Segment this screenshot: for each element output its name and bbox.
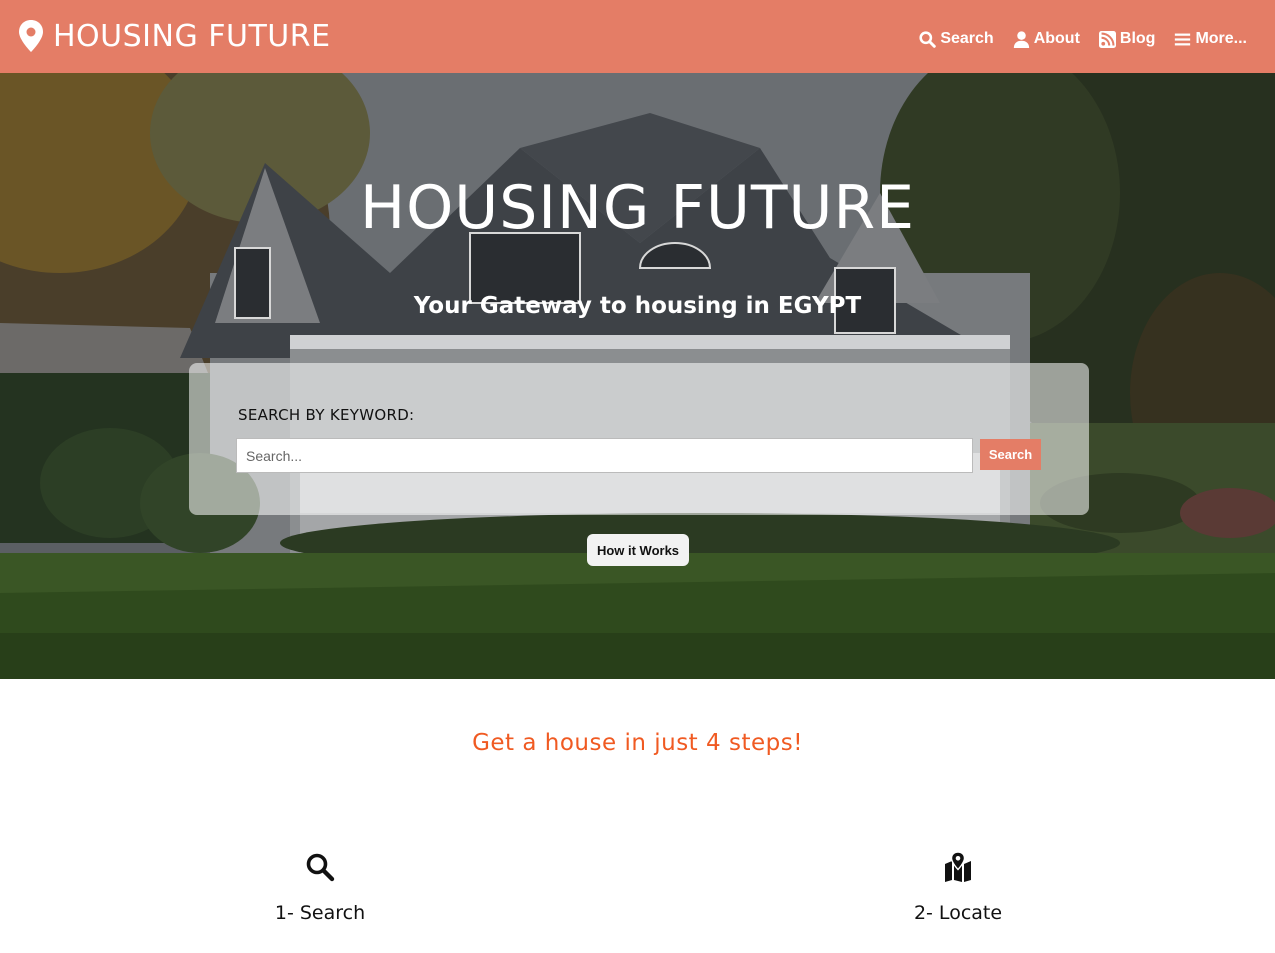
rss-icon [1098, 30, 1116, 48]
map-location-icon [945, 852, 971, 882]
step-label: 1- Search [274, 902, 366, 924]
step-search: 1- Search [200, 852, 440, 924]
nav-item-label: More... [1195, 30, 1247, 47]
search-icon [919, 30, 937, 48]
map-marker-icon [19, 20, 43, 52]
nav-item-blog[interactable]: Blog [1098, 30, 1156, 48]
nav-item-label: About [1033, 30, 1080, 47]
hero-section: HOUSING FUTURE Your Gateway to housing i… [0, 73, 1275, 679]
navbar: HOUSING FUTURE Search About Blog More... [0, 0, 1275, 73]
search-label: SEARCH BY KEYWORD: [238, 406, 415, 424]
step-locate: 2- Locate [838, 852, 1078, 924]
brand-title: HOUSING FUTURE [53, 18, 331, 54]
how-it-works-button[interactable]: How it Works [587, 534, 689, 566]
search-panel: SEARCH BY KEYWORD: Search [189, 363, 1089, 515]
nav-item-label: Blog [1119, 30, 1156, 47]
user-icon [1013, 30, 1029, 48]
nav-item-label: Search [940, 30, 994, 47]
step-label: 2- Locate [913, 902, 1003, 924]
hero-subtitle: Your Gateway to housing in EGYPT [413, 293, 862, 319]
menu-icon [1175, 33, 1191, 45]
search-button[interactable]: Search [980, 439, 1041, 470]
hero-title: HOUSING FUTURE [359, 173, 916, 243]
steps-title: Get a house in just 4 steps! [472, 730, 803, 756]
brand[interactable]: HOUSING FUTURE [18, 14, 331, 58]
search-icon [306, 853, 335, 882]
search-input[interactable] [236, 438, 973, 473]
nav-item-more[interactable]: More... [1174, 30, 1247, 48]
nav-menu: Search About Blog More... [900, 30, 1247, 48]
nav-item-search[interactable]: Search [919, 30, 994, 48]
nav-item-about[interactable]: About [1013, 30, 1080, 48]
